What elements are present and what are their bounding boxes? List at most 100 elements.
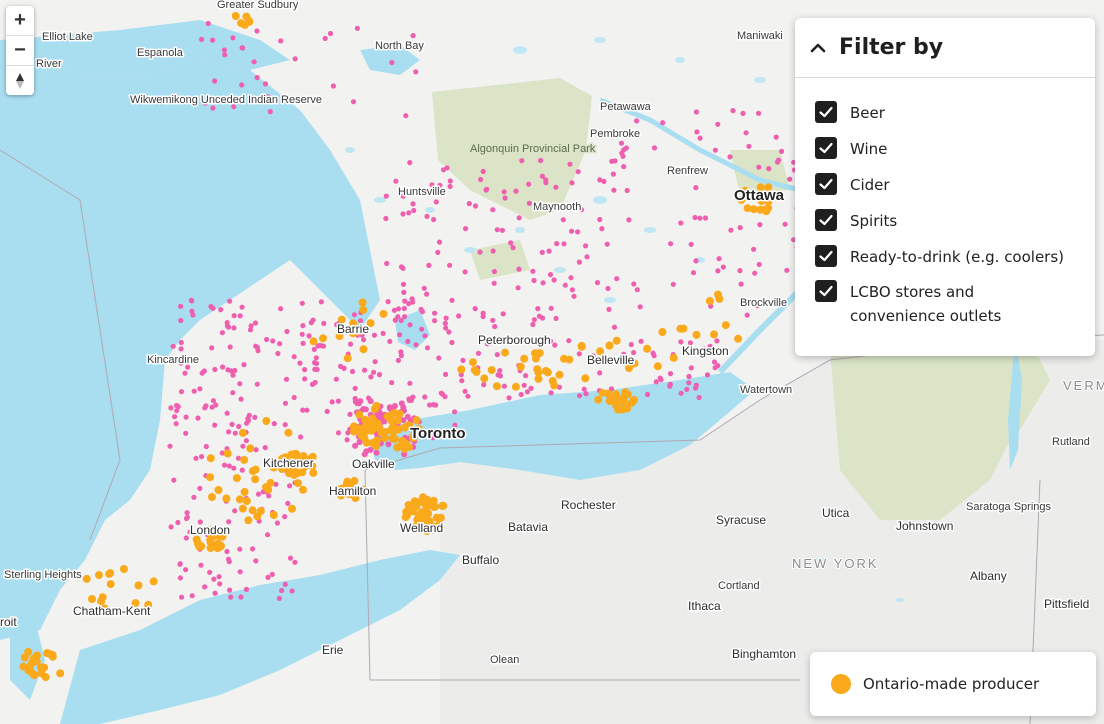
producer-point[interactable] <box>33 651 41 660</box>
retail-point[interactable] <box>583 391 589 397</box>
retail-point[interactable] <box>462 269 468 275</box>
retail-point[interactable] <box>694 129 700 135</box>
producer-point[interactable] <box>439 501 448 510</box>
retail-point[interactable] <box>300 323 306 329</box>
retail-point[interactable] <box>210 398 216 404</box>
retail-point[interactable] <box>782 221 788 227</box>
retail-point[interactable] <box>224 548 230 555</box>
retail-point[interactable] <box>757 222 763 228</box>
retail-point[interactable] <box>715 268 721 274</box>
retail-point[interactable] <box>609 158 615 164</box>
retail-point[interactable] <box>241 362 247 368</box>
producer-point[interactable] <box>238 504 247 513</box>
retail-point[interactable] <box>490 248 496 254</box>
producer-point[interactable] <box>380 433 389 442</box>
retail-point[interactable] <box>291 354 297 360</box>
retail-point[interactable] <box>569 228 575 234</box>
producer-point[interactable] <box>354 426 363 435</box>
retail-point[interactable] <box>667 381 673 387</box>
retail-point[interactable] <box>553 315 559 321</box>
retail-point[interactable] <box>751 246 757 252</box>
retail-point[interactable] <box>333 376 339 382</box>
producer-point[interactable] <box>48 651 57 659</box>
filter-option-cider[interactable]: Cider <box>815 173 1070 197</box>
retail-point[interactable] <box>299 331 305 337</box>
retail-point[interactable] <box>183 414 189 420</box>
retail-point[interactable] <box>431 216 437 223</box>
retail-point[interactable] <box>510 245 516 251</box>
producer-point[interactable] <box>472 367 481 376</box>
retail-point[interactable] <box>670 281 676 287</box>
retail-point[interactable] <box>247 327 254 333</box>
retail-point[interactable] <box>174 402 180 409</box>
retail-point[interactable] <box>265 574 271 581</box>
producer-point[interactable] <box>534 374 543 383</box>
retail-point[interactable] <box>216 574 222 580</box>
retail-point[interactable] <box>419 326 425 332</box>
retail-point[interactable] <box>253 447 259 453</box>
producer-point[interactable] <box>533 365 542 374</box>
retail-point[interactable] <box>327 30 334 37</box>
retail-point[interactable] <box>443 371 449 377</box>
retail-point[interactable] <box>282 422 288 428</box>
retail-point[interactable] <box>285 500 291 506</box>
retail-point[interactable] <box>312 366 318 372</box>
producer-point[interactable] <box>658 328 667 336</box>
retail-point[interactable] <box>226 429 232 435</box>
retail-point[interactable] <box>237 569 243 575</box>
retail-point[interactable] <box>516 215 522 221</box>
retail-point[interactable] <box>499 227 505 233</box>
producer-point[interactable] <box>216 542 225 551</box>
retail-point[interactable] <box>548 390 554 396</box>
retail-point[interactable] <box>227 587 233 593</box>
retail-point[interactable] <box>400 281 407 287</box>
retail-point[interactable] <box>740 110 746 116</box>
retail-point[interactable] <box>526 181 532 187</box>
retail-point[interactable] <box>406 301 412 307</box>
retail-point[interactable] <box>178 346 184 352</box>
retail-point[interactable] <box>230 390 236 396</box>
retail-point[interactable] <box>398 317 404 324</box>
retail-point[interactable] <box>712 147 719 153</box>
retail-point[interactable] <box>276 595 282 602</box>
retail-point[interactable] <box>688 241 694 247</box>
retail-point[interactable] <box>431 402 437 408</box>
retail-point[interactable] <box>515 285 521 291</box>
producer-point[interactable] <box>412 416 421 425</box>
producer-point[interactable] <box>653 362 662 371</box>
producer-point[interactable] <box>231 12 240 20</box>
retail-point[interactable] <box>406 210 412 216</box>
retail-point[interactable] <box>352 442 359 449</box>
retail-point[interactable] <box>361 337 367 343</box>
retail-point[interactable] <box>400 211 406 217</box>
retail-point[interactable] <box>255 491 262 497</box>
retail-point[interactable] <box>490 317 496 323</box>
retail-point[interactable] <box>413 342 419 348</box>
producer-point[interactable] <box>56 669 65 678</box>
retail-point[interactable] <box>284 328 290 335</box>
retail-point[interactable] <box>548 305 554 311</box>
retail-point[interactable] <box>547 272 554 278</box>
retail-point[interactable] <box>684 386 690 392</box>
retail-point[interactable] <box>597 370 603 376</box>
producer-point[interactable] <box>387 417 396 426</box>
retail-point[interactable] <box>483 187 489 193</box>
retail-point[interactable] <box>460 357 466 363</box>
retail-point[interactable] <box>341 365 347 371</box>
retail-point[interactable] <box>421 285 427 291</box>
producer-point[interactable] <box>355 410 364 419</box>
retail-point[interactable] <box>546 248 552 254</box>
retail-point[interactable] <box>606 306 612 312</box>
producer-point[interactable] <box>214 486 223 494</box>
retail-point[interactable] <box>444 165 450 171</box>
producer-point[interactable] <box>715 294 724 303</box>
retail-point[interactable] <box>178 303 184 309</box>
retail-point[interactable] <box>501 189 507 195</box>
retail-point[interactable] <box>386 404 393 411</box>
producer-point[interactable] <box>480 374 489 383</box>
producer-point[interactable] <box>705 297 714 305</box>
retail-point[interactable] <box>552 342 558 348</box>
retail-point[interactable] <box>432 310 438 316</box>
retail-point[interactable] <box>199 370 205 376</box>
retail-point[interactable] <box>229 421 235 427</box>
